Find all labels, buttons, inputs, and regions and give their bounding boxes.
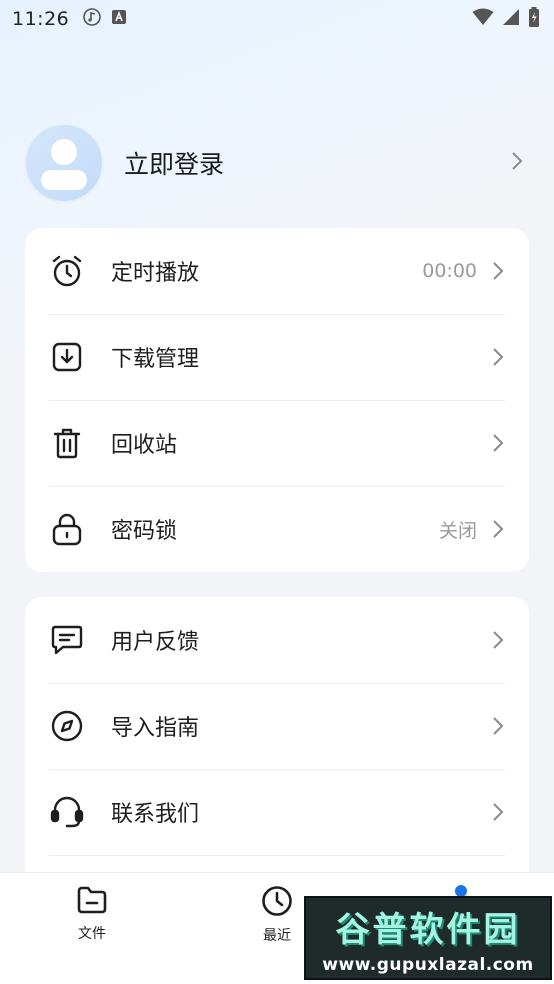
- lock-icon: [49, 511, 85, 547]
- chevron-right-icon: [491, 629, 505, 651]
- headset-icon: [49, 794, 85, 830]
- chevron-right-icon: [491, 432, 505, 454]
- menu-item-label: 导入指南: [111, 716, 200, 741]
- menu-item-label: 定时播放: [111, 261, 200, 286]
- settings-card-primary: 定时播放 00:00 下载管理 回收站 密码锁 关闭: [25, 228, 529, 572]
- avatar[interactable]: [24, 123, 104, 203]
- watermark-url: www.gupuxlazal.com: [322, 954, 534, 975]
- menu-item-import-guide[interactable]: 导入指南: [25, 683, 529, 769]
- menu-item-label: 密码锁: [111, 519, 178, 544]
- menu-item-contact-us[interactable]: 联系我们: [25, 769, 529, 855]
- chevron-right-icon: [491, 518, 505, 540]
- settings-card-support: 用户反馈 导入指南 联系我们: [25, 597, 529, 897]
- feedback-icon: [49, 622, 85, 658]
- menu-item-feedback[interactable]: 用户反馈: [25, 597, 529, 683]
- clock-icon: [261, 885, 293, 921]
- login-label[interactable]: 立即登录: [124, 145, 224, 181]
- tab-label: 文件: [78, 926, 106, 942]
- battery-icon: [528, 7, 540, 31]
- chevron-right-icon: [491, 801, 505, 823]
- alarm-clock-icon: [49, 253, 85, 289]
- menu-item-downloads[interactable]: 下载管理: [25, 314, 529, 400]
- status-time: 11:26: [12, 8, 70, 30]
- watermark-badge: 谷普软件园 www.gupuxlazal.com: [304, 896, 552, 980]
- menu-item-label: 联系我们: [111, 802, 200, 827]
- trash-icon: [49, 425, 85, 461]
- tab-files[interactable]: 文件: [46, 885, 138, 943]
- status-bar: 11:26: [0, 0, 554, 38]
- menu-item-password-lock[interactable]: 密码锁 关闭: [25, 486, 529, 572]
- menu-item-label: 用户反馈: [111, 630, 200, 655]
- wifi-icon: [472, 8, 494, 30]
- watermark-title: 谷普软件园: [335, 909, 521, 950]
- timer-value: 00:00: [422, 260, 477, 282]
- cellular-signal-icon: [502, 8, 520, 30]
- chevron-right-icon: [510, 150, 524, 176]
- music-note-icon: [83, 8, 102, 30]
- chevron-right-icon: [491, 260, 505, 282]
- menu-item-timer[interactable]: 定时播放 00:00: [25, 228, 529, 314]
- tab-label: 最近: [263, 928, 291, 944]
- keyboard-a-icon: [111, 9, 127, 29]
- menu-item-label: 下载管理: [111, 347, 200, 372]
- menu-item-recycle-bin[interactable]: 回收站: [25, 400, 529, 486]
- chevron-right-icon: [491, 346, 505, 368]
- login-row[interactable]: 立即登录: [24, 122, 530, 204]
- folder-icon: [76, 885, 108, 919]
- download-icon: [49, 339, 85, 375]
- lock-status-value: 关闭: [438, 519, 477, 542]
- chevron-right-icon: [491, 715, 505, 737]
- menu-item-label: 回收站: [111, 433, 178, 458]
- compass-icon: [49, 708, 85, 744]
- user-placeholder-icon: [41, 139, 87, 190]
